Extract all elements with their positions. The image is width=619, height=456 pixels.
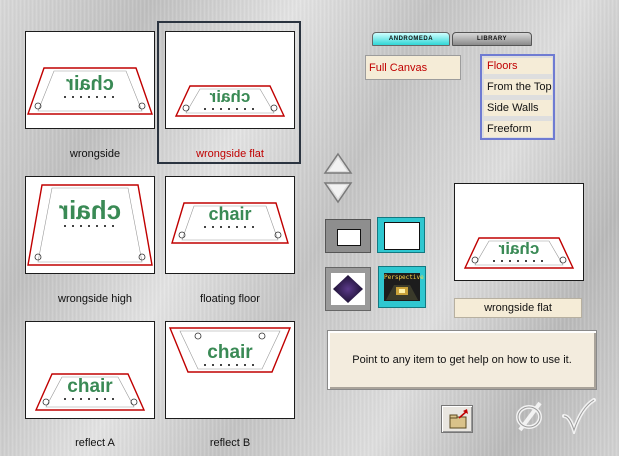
thumbnail-wrongside-high-preview: chair [27, 184, 153, 266]
large-frame-button[interactable] [377, 217, 425, 253]
menu-item-side-walls[interactable]: Side Walls [484, 100, 552, 116]
triangle-up-icon[interactable] [323, 152, 353, 176]
thumbnail-wrongside-flat-preview: chair [174, 85, 286, 117]
chair-graphic: chair [66, 73, 114, 95]
tab-andromeda[interactable]: ANDROMEDA [372, 32, 450, 46]
menu-item-freeform[interactable]: Freeform [484, 121, 552, 137]
diamond-view-button[interactable] [325, 267, 371, 311]
thumbnail-wrongside-high[interactable]: chair [25, 176, 155, 274]
menu-item-floors[interactable]: Floors [484, 58, 552, 74]
chair-graphic: chair [59, 195, 121, 225]
thumbnail-caption: reflect A [75, 437, 115, 449]
frame-icon [384, 222, 420, 250]
chair-graphic: chair [498, 239, 539, 258]
thumbnail-caption: wrongside high [58, 293, 132, 305]
help-text-panel: Point to any item to get help on how to … [327, 330, 597, 390]
thumbnail-floating-floor[interactable]: chair [165, 176, 295, 274]
chair-graphic: chair [209, 87, 250, 106]
triangle-down-icon[interactable] [323, 180, 353, 204]
perspective-button[interactable]: Perspective [378, 266, 426, 308]
thumbnail-wrongside[interactable]: chair [25, 31, 155, 129]
thumbnail-reflect-b[interactable]: chair [165, 321, 295, 419]
cancel-icon[interactable] [513, 398, 547, 434]
chair-graphic: chair [207, 342, 253, 363]
preview-image: chair [463, 237, 575, 269]
preview-panel: chair [454, 183, 584, 281]
thumbnail-caption: reflect B [209, 437, 251, 449]
thumbnail-reflect-b-preview: chair [168, 327, 292, 373]
checkmark-icon[interactable] [560, 398, 596, 434]
full-canvas-field[interactable]: Full Canvas [365, 55, 461, 80]
chair-graphic: chair [67, 376, 113, 397]
small-frame-button[interactable] [325, 219, 371, 253]
thumbnail-caption: wrongside [69, 148, 121, 160]
thumbnail-caption: wrongside flat [196, 148, 264, 160]
preview-label: wrongside flat [454, 298, 582, 318]
category-menu: Floors From the Top Side Walls Freeform [480, 54, 555, 140]
diamond-icon [331, 273, 365, 305]
frame-icon [337, 229, 361, 246]
thumbnail-caption: floating floor [200, 293, 260, 305]
chair-graphic: chair [208, 204, 251, 224]
thumbnail-reflect-a[interactable]: chair [25, 321, 155, 419]
thumbnail-wrongside-preview: chair [27, 67, 153, 115]
menu-item-from-the-top[interactable]: From the Top [484, 79, 552, 95]
perspective-icon: Perspective [384, 273, 424, 301]
open-folder-button[interactable] [441, 405, 473, 433]
thumbnail-wrongside-flat[interactable]: chair [165, 31, 295, 129]
thumbnail-reflect-a-preview: chair [34, 373, 146, 411]
tab-library[interactable]: LIBRARY [452, 32, 532, 46]
andromeda-perspective-panel: chair wrongside chair wrongside flat cha… [0, 0, 619, 456]
open-folder-icon [449, 409, 468, 429]
thumbnail-floating-floor-preview: chair [171, 202, 289, 244]
